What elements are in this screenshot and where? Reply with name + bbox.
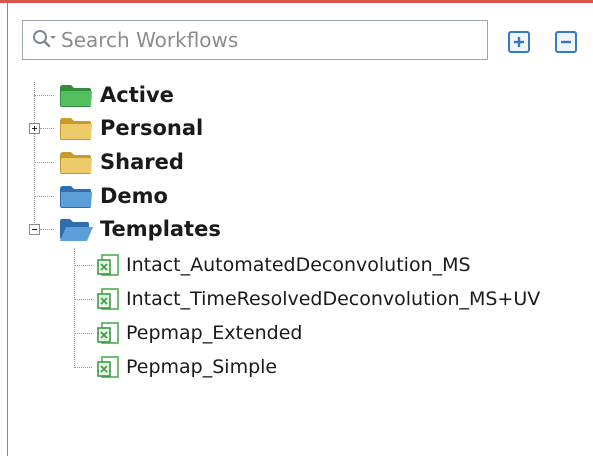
workflow-file-icon	[96, 320, 120, 346]
tree-guide-connector	[34, 95, 54, 96]
tree-guide-connector	[74, 367, 92, 368]
tree-workflow-label: Intact_TimeResolvedDeconvolution_MS+UV	[126, 288, 541, 310]
tree-guide-connector	[74, 265, 92, 266]
tree-workflow-item[interactable]: Pepmap_Simple	[96, 352, 277, 382]
tree-guide-connector	[40, 128, 54, 129]
workflow-file-icon	[96, 286, 120, 312]
tree-guide-connector	[74, 333, 92, 334]
tree-folder-label: Templates	[100, 217, 221, 241]
tree-workflow-label: Intact_AutomatedDeconvolution_MS	[126, 254, 471, 276]
folder-icon	[58, 183, 94, 209]
folder-icon	[58, 82, 94, 108]
tree-folder-demo[interactable]: Demo	[58, 181, 168, 211]
tree-folder-templates[interactable]: Templates	[58, 214, 221, 244]
tree-guide-connector	[34, 196, 54, 197]
tree-folder-shared[interactable]: Shared	[58, 147, 184, 177]
tree-workflow-label: Pepmap_Extended	[126, 322, 303, 344]
collapse-toggle-templates[interactable]	[29, 224, 40, 235]
tree-folder-label: Demo	[100, 184, 168, 208]
expand-toggle-personal[interactable]	[29, 123, 40, 134]
workflow-file-icon	[96, 354, 120, 380]
tree-workflow-item[interactable]: Pepmap_Extended	[96, 318, 302, 348]
tree-folder-personal[interactable]: Personal	[58, 113, 203, 143]
tree-guide-connector	[74, 299, 92, 300]
tree-folder-label: Personal	[100, 116, 204, 140]
tree-workflow-label: Pepmap_Simple	[126, 356, 278, 378]
tree-folder-label: Shared	[100, 150, 184, 174]
workflow-file-icon	[96, 252, 120, 278]
tree-folder-active[interactable]: Active	[58, 80, 174, 110]
folder-icon	[58, 149, 94, 175]
tree-guide-root	[34, 82, 35, 229]
folder-open-icon	[58, 216, 94, 242]
workflow-tree: Active Personal Shared Demo Templates In…	[0, 0, 593, 456]
tree-guide-connector	[34, 162, 54, 163]
tree-workflow-item[interactable]: Intact_AutomatedDeconvolution_MS	[96, 250, 471, 280]
tree-guide-connector	[40, 229, 54, 230]
tree-workflow-item[interactable]: Intact_TimeResolvedDeconvolution_MS+UV	[96, 284, 540, 314]
tree-folder-label: Active	[100, 83, 174, 107]
tree-guide-templates	[74, 248, 75, 368]
folder-icon	[58, 115, 94, 141]
